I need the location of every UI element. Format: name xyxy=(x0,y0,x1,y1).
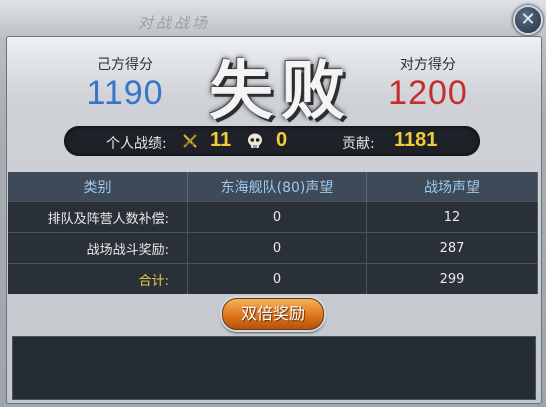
deaths-count: 0 xyxy=(276,129,288,151)
row-label-total: 合计: xyxy=(8,263,188,294)
own-score-block: 己方得分 1190 xyxy=(70,54,180,113)
panel-title: 对战战场 xyxy=(138,14,211,32)
enemy-score-block: 对方得分 1200 xyxy=(373,54,483,113)
table-header-battlefield-reputation: 战场声望 xyxy=(366,172,538,202)
crossed-swords-icon xyxy=(183,134,197,148)
table-header-fleet-reputation: 东海舰队(80)声望 xyxy=(187,172,367,202)
table-header-row: 类别 东海舰队(80)声望 战场声望 xyxy=(8,172,538,202)
cell-fleet-total: 0 xyxy=(187,263,367,294)
contribution-label: 贡献: xyxy=(342,136,375,152)
table-header-category: 类别 xyxy=(8,172,188,202)
own-score-value: 1190 xyxy=(86,74,164,112)
kills-count: 11 xyxy=(210,129,232,151)
cell-field-total: 299 xyxy=(366,263,538,294)
close-button[interactable]: ✕ xyxy=(513,5,543,35)
cell-field-battle-reward: 287 xyxy=(366,232,538,264)
double-reward-button[interactable]: 双倍奖励 xyxy=(222,298,324,330)
contribution-value: 1181 xyxy=(394,129,438,151)
enemy-score-label: 对方得分 xyxy=(400,57,456,73)
reputation-table: 类别 东海舰队(80)声望 战场声望 排队及阵营人数补偿: 0 12 战场战斗奖… xyxy=(8,172,538,294)
table-row: 排队及阵营人数补偿: 0 12 xyxy=(8,201,538,233)
own-score-label: 己方得分 xyxy=(97,57,153,73)
personal-record-label: 个人战绩: xyxy=(106,136,167,152)
battle-result-panel: 对战战场 ✕ 己方得分 1190 失败 对方得分 1200 个人战绩: 11 0… xyxy=(0,0,546,407)
row-label-battle-reward: 战场战斗奖励: xyxy=(8,232,188,264)
cell-fleet-battle-reward: 0 xyxy=(187,232,367,264)
skull-icon xyxy=(248,133,262,148)
cell-field-compensation: 12 xyxy=(366,201,538,233)
row-label-compensation: 排队及阵营人数补偿: xyxy=(8,201,188,233)
personal-stats-bar: 个人战绩: 11 0 贡献: 1181 xyxy=(64,126,480,156)
cell-fleet-compensation: 0 xyxy=(187,201,367,233)
table-row: 合计: 0 299 xyxy=(8,263,538,294)
enemy-score-value: 1200 xyxy=(388,74,468,112)
table-row: 战场战斗奖励: 0 287 xyxy=(8,232,538,264)
bottom-info-area xyxy=(12,336,536,400)
result-title: 失败 xyxy=(209,54,353,129)
close-icon: ✕ xyxy=(520,9,536,30)
